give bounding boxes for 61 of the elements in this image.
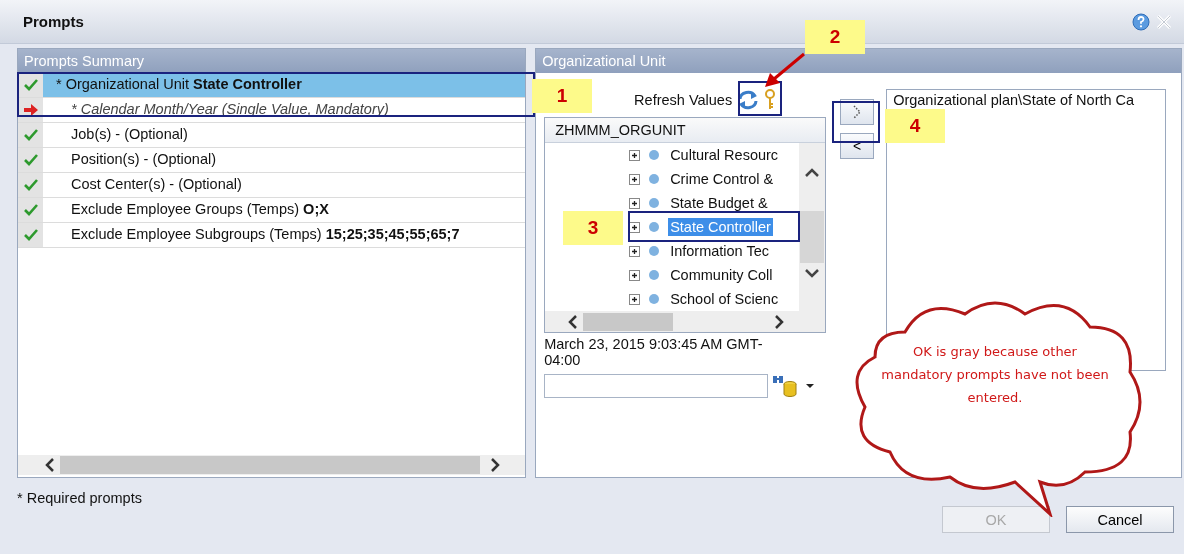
expand-icon[interactable]	[629, 197, 641, 209]
timestamp-text: March 23, 2015 9:03:45 AM GMT-04:00	[544, 336, 764, 368]
scroll-thumb[interactable]	[583, 312, 674, 331]
prompt-item[interactable]: * Calendar Month/Year (Single Value, Mandatory)	[43, 98, 526, 122]
node-dot-icon	[648, 245, 661, 257]
prompt-item[interactable]: Position(s) - (Optional)	[43, 148, 526, 172]
scroll-thumb[interactable]	[60, 456, 480, 474]
tree-item[interactable]: School of Scienc	[668, 290, 781, 308]
prompt-item[interactable]: Exclude Employee Groups (Temps) O;X	[43, 198, 526, 222]
remove-button[interactable]: <	[840, 133, 875, 159]
node-dot-icon	[648, 173, 661, 185]
scroll-down-icon[interactable]	[804, 267, 821, 279]
node-dot-icon	[648, 221, 661, 233]
help-icon[interactable]	[1132, 12, 1150, 31]
scrollbar[interactable]	[545, 311, 826, 332]
scroll-right-icon[interactable]	[773, 313, 786, 330]
node-dot-icon	[648, 149, 661, 161]
binoculars-database-icon[interactable]	[772, 374, 799, 398]
tree-item[interactable]: State Budget &	[668, 194, 770, 212]
callout-label: 2	[805, 20, 865, 54]
callout-label: 4	[885, 109, 945, 143]
dropdown-caret-icon[interactable]	[806, 383, 815, 389]
scroll-right-icon[interactable]	[489, 457, 502, 473]
tree-item[interactable]: Information Tec	[668, 242, 771, 260]
search-field[interactable]	[544, 374, 769, 398]
panel-header: Prompts Summary	[18, 49, 526, 73]
prompt-item[interactable]: * Organizational Unit State Controller	[43, 73, 526, 97]
required-note: * Required prompts	[17, 490, 142, 508]
node-dot-icon	[648, 269, 661, 281]
scroll-up-icon[interactable]	[804, 167, 821, 179]
pointer-arrow	[762, 52, 806, 90]
expand-icon[interactable]	[629, 269, 641, 281]
scroll-left-icon[interactable]	[44, 457, 56, 473]
prompt-item[interactable]: Job(s) - (Optional)	[43, 123, 526, 147]
tree-item[interactable]: Crime Control &	[668, 170, 776, 188]
prompt-item[interactable]: Cost Center(s) - (Optional)	[43, 173, 526, 197]
prompt-item[interactable]: Exclude Employee Subgroups (Temps) 15;25;35;45;55;65;7	[43, 223, 526, 247]
highlight-frame	[832, 101, 880, 143]
expand-icon[interactable]	[629, 245, 641, 257]
scrollbar[interactable]	[799, 143, 826, 311]
node-dot-icon	[648, 197, 661, 209]
expand-icon[interactable]	[629, 149, 641, 161]
callout-label: 1	[532, 79, 592, 113]
column-header: ZHMMM_ORGUNIT	[545, 118, 826, 143]
add-button[interactable]	[840, 99, 875, 125]
node-dot-icon	[648, 293, 661, 305]
scrollbar[interactable]	[18, 455, 526, 475]
callout-label: 3	[563, 211, 623, 245]
scroll-left-icon[interactable]	[567, 313, 580, 330]
panel-header: Organizational Unit	[536, 49, 1181, 73]
expand-icon[interactable]	[629, 293, 641, 305]
window-title: Prompts	[23, 13, 84, 30]
refresh-label: Refresh Values	[634, 92, 733, 108]
dialog-button[interactable]: Cancel	[1066, 506, 1174, 533]
expand-icon[interactable]	[629, 173, 641, 185]
tree-item[interactable]: Cultural Resourc	[668, 146, 781, 164]
list-item[interactable]: Organizational plan\State of North Ca	[887, 90, 1166, 110]
tree-item[interactable]: Community Coll	[668, 266, 775, 284]
scroll-thumb[interactable]	[800, 211, 825, 263]
expand-icon[interactable]	[629, 221, 641, 233]
note-text: OK is gray because other mandatory prompts have not been entered.	[880, 343, 1110, 407]
